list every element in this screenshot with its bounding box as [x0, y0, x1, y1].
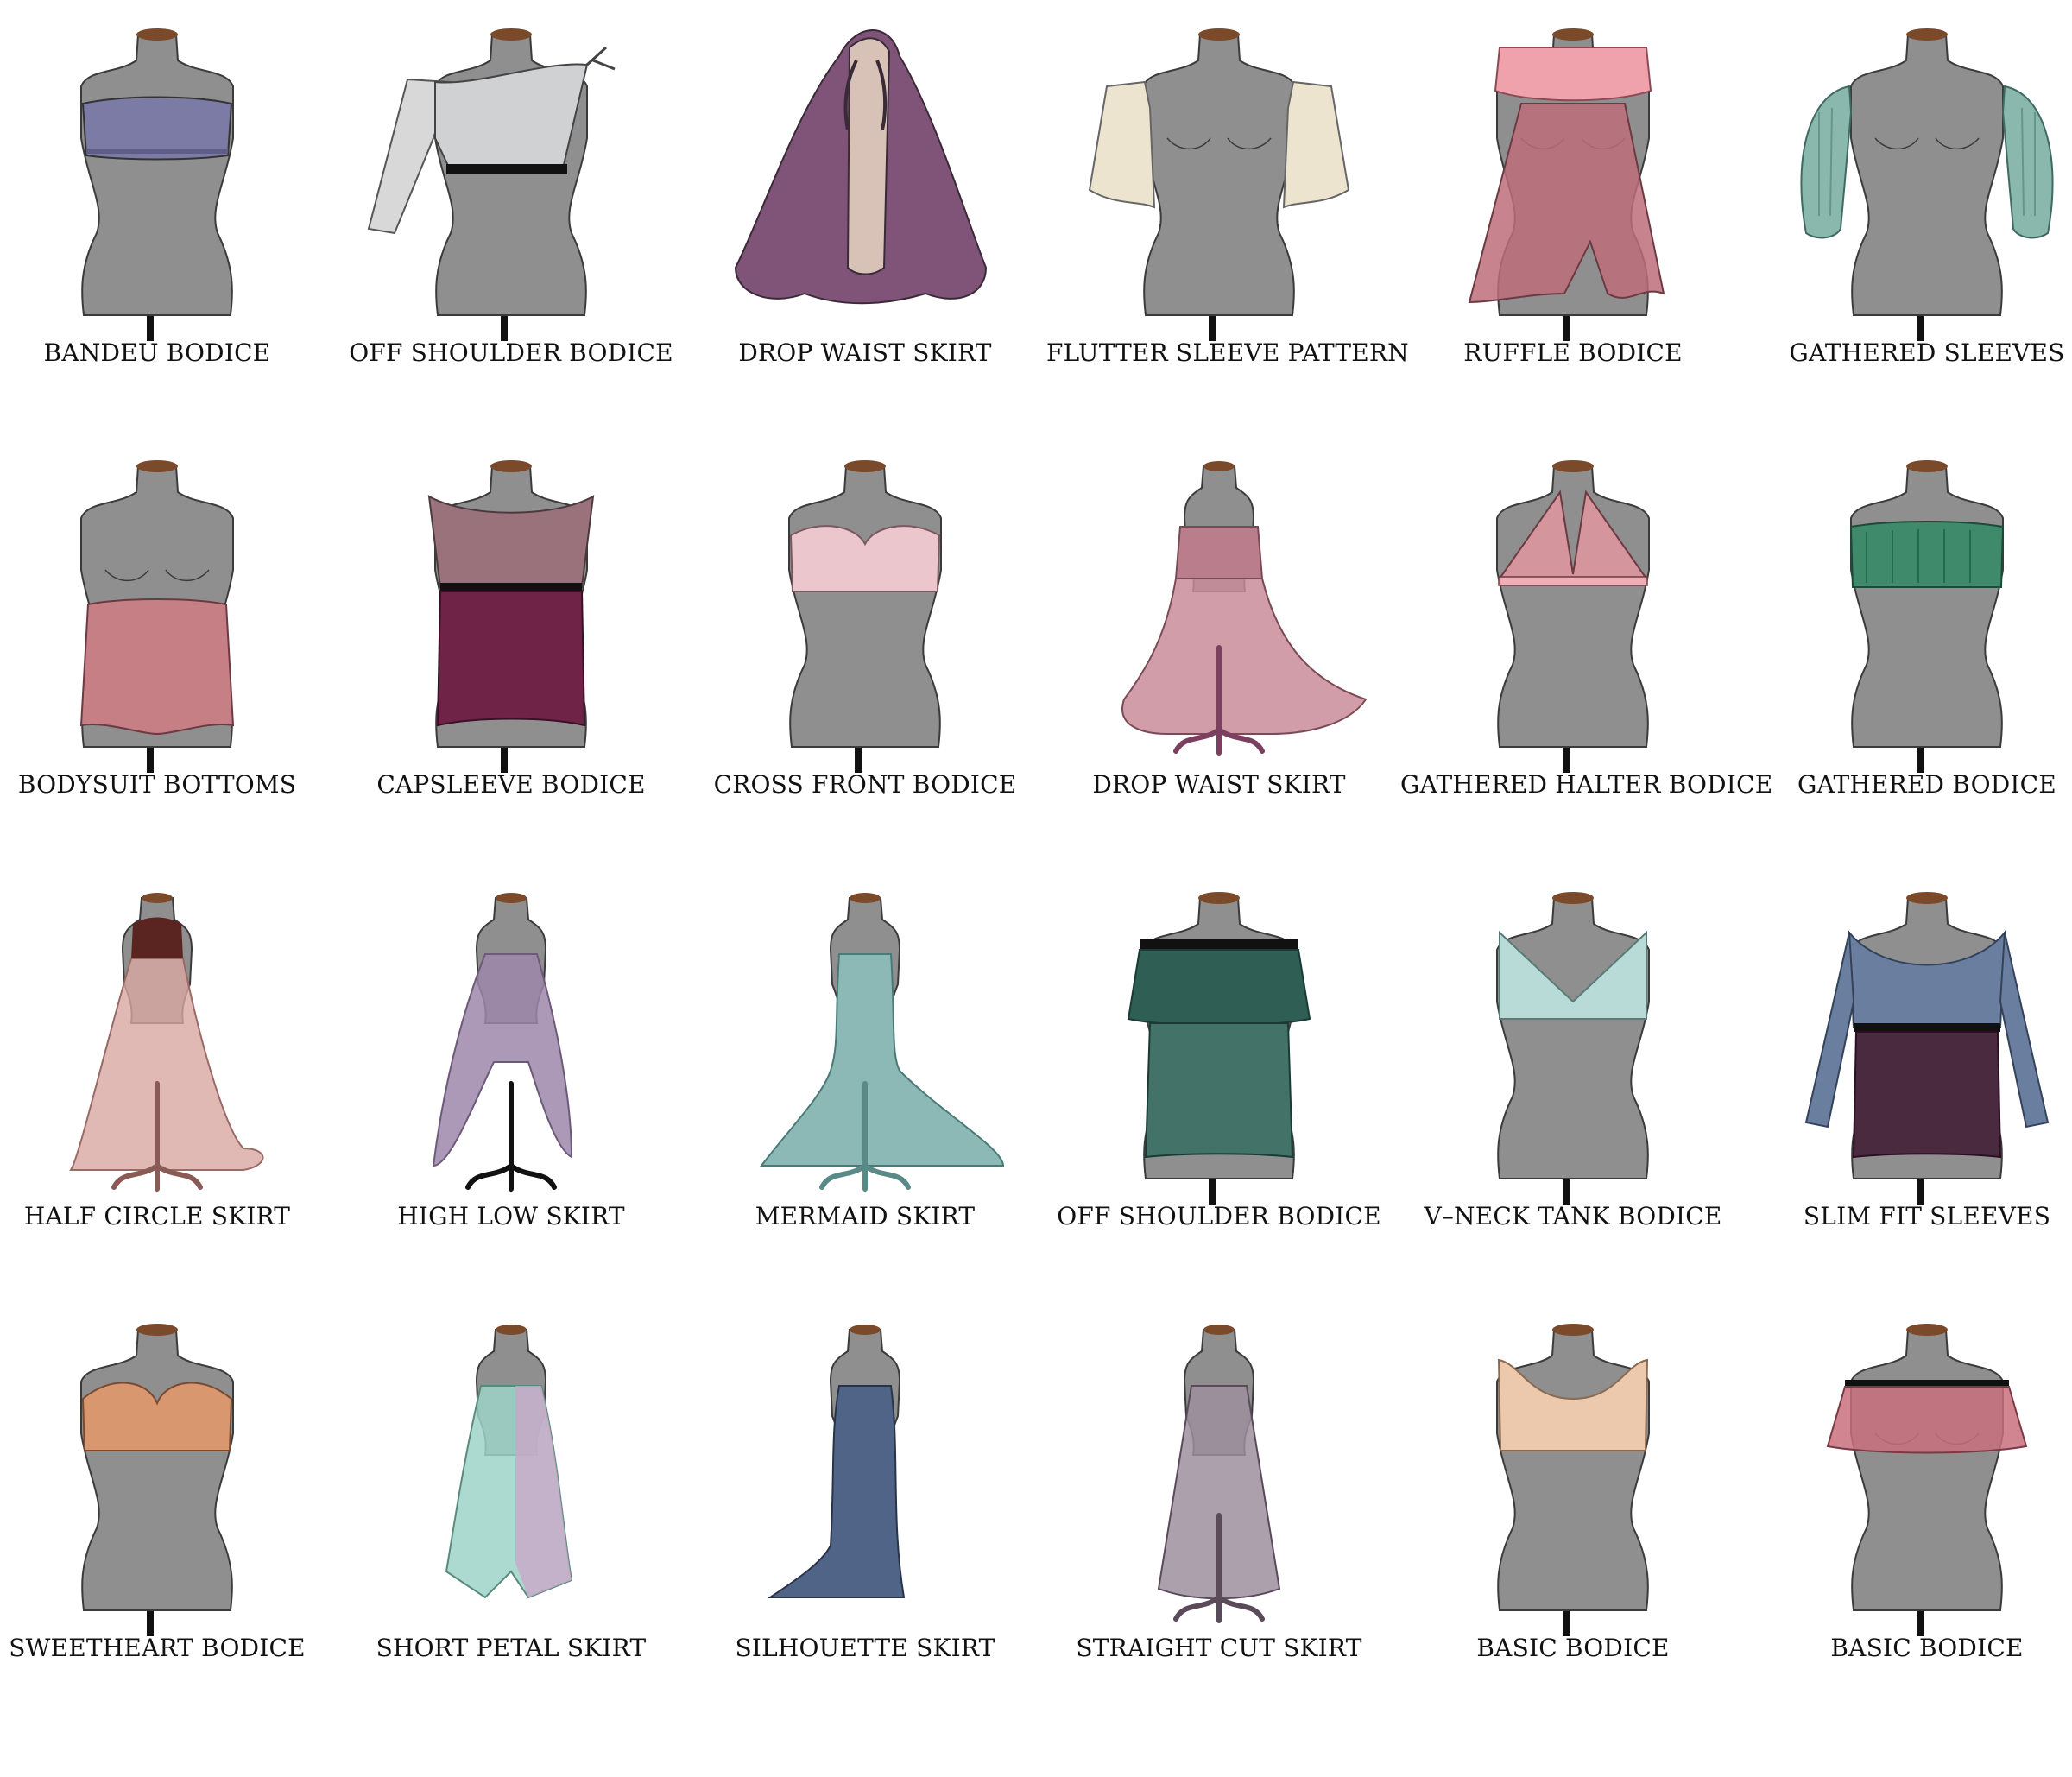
- capsleeve-bodice-icon: [427, 460, 595, 773]
- drop-waist-gown-icon: [1121, 461, 1368, 756]
- garment-label: SLIM FIT SLEEVES: [1803, 1202, 2051, 1230]
- bodysuit-bottoms-icon: [79, 460, 235, 773]
- garment-label: BANDEU BODICE: [43, 338, 271, 367]
- v-neck-tank-bodice-icon: [1496, 892, 1650, 1205]
- garment-label: CAPSLEEVE BODICE: [376, 770, 646, 799]
- garment-label: STRAIGHT CUT SKIRT: [1076, 1634, 1362, 1662]
- garment-tile: RUFFLE BODICE: [1400, 9, 1746, 440]
- short-petal-skirt-icon: [445, 1325, 573, 1599]
- high-low-skirt-icon: [432, 893, 573, 1192]
- straight-cut-skirt-icon: [1157, 1325, 1281, 1623]
- off-shoulder-ruffle-icon: [1127, 892, 1311, 1205]
- garment-tile: SLIM FIT SLEEVES: [1754, 872, 2072, 1304]
- silhouette-skirt-icon: [767, 1325, 906, 1598]
- garment-label: GATHERED BODICE: [1797, 770, 2056, 799]
- garment-tile: DROP WAIST SKIRT: [1046, 440, 1392, 872]
- garment-tile: CAPSLEEVE BODICE: [338, 440, 684, 872]
- garment-tile: SWEETHEART BODICE: [0, 1304, 330, 1736]
- garment-label: OFF SHOULDER BODICE: [349, 338, 673, 367]
- garment-label: HALF CIRCLE SKIRT: [23, 1202, 291, 1230]
- garment-tile: STRAIGHT CUT SKIRT: [1046, 1304, 1392, 1736]
- garment-tile: V–NECK TANK BODICE: [1400, 872, 1746, 1304]
- garment-tile: HIGH LOW SKIRT: [338, 872, 684, 1304]
- garment-tile: BODYSUIT BOTTOMS: [0, 440, 330, 872]
- garment-tile: SHORT PETAL SKIRT: [338, 1304, 684, 1736]
- basic-bodice-icon: [1496, 1324, 1650, 1636]
- garment-label: V–NECK TANK BODICE: [1424, 1202, 1722, 1230]
- garment-label: OFF SHOULDER BODICE: [1057, 1202, 1381, 1230]
- garment-tile: BASIC BODICE: [1400, 1304, 1746, 1736]
- garment-tile: BASIC BODICE: [1754, 1304, 2072, 1736]
- garment-label: DROP WAIST SKIRT: [738, 338, 992, 367]
- drop-waist-skirt-icon: [734, 29, 988, 305]
- garment-label: BODYSUIT BOTTOMS: [17, 770, 297, 799]
- garment-tile: GATHERED SLEEVES: [1754, 9, 2072, 440]
- garment-tile: OFF SHOULDER BODICE: [1046, 872, 1392, 1304]
- garment-tile: MERMAID SKIRT: [692, 872, 1038, 1304]
- slim-fit-sleeves-icon: [1804, 892, 2050, 1205]
- garment-tile: GATHERED BODICE: [1754, 440, 2072, 872]
- sweetheart-bodice-icon: [80, 1324, 234, 1636]
- flutter-sleeve-icon: [1088, 28, 1350, 341]
- gathered-bodice-icon: [1849, 460, 2005, 773]
- basic-ruffle-bodice-icon: [1826, 1324, 2028, 1636]
- garment-tile: CROSS FRONT BODICE: [692, 440, 1038, 872]
- garment-label: RUFFLE BODICE: [1463, 338, 1683, 367]
- cross-front-bodice-icon: [788, 460, 942, 773]
- garment-tile: HALF CIRCLE SKIRT: [0, 872, 330, 1304]
- garment-tile: DROP WAIST SKIRT: [692, 9, 1038, 440]
- garment-label: BASIC BODICE: [1830, 1634, 2024, 1662]
- garment-label: CROSS FRONT BODICE: [713, 770, 1017, 799]
- garment-label: GATHERED SLEEVES: [1789, 338, 2065, 367]
- bandeau-bodice-icon: [80, 28, 234, 341]
- garment-label: BASIC BODICE: [1476, 1634, 1670, 1662]
- ruffle-bodice-icon: [1468, 28, 1665, 341]
- garment-label: HIGH LOW SKIRT: [397, 1202, 625, 1230]
- garment-tile: GATHERED HALTER BODICE: [1400, 440, 1773, 872]
- garment-tile: SILHOUETTE SKIRT: [692, 1304, 1038, 1736]
- off-shoulder-bodice-icon: [367, 28, 616, 341]
- garment-label: FLUTTER SLEEVE PATTERN: [1046, 338, 1409, 367]
- half-circle-skirt-icon: [69, 893, 264, 1192]
- garment-tile: BANDEU BODICE: [0, 9, 330, 440]
- garment-label: SHORT PETAL SKIRT: [376, 1634, 647, 1662]
- garment-tile: FLUTTER SLEEVE PATTERN: [1046, 9, 1409, 440]
- garment-label: SWEETHEART BODICE: [9, 1634, 306, 1662]
- mermaid-skirt-icon: [759, 893, 1005, 1192]
- garment-label: MERMAID SKIRT: [755, 1202, 976, 1230]
- gathered-halter-bodice-icon: [1496, 460, 1650, 773]
- garment-label: GATHERED HALTER BODICE: [1400, 770, 1773, 799]
- garment-grid: BANDEU BODICE OFF SHOULDER BODICE DROP W…: [0, 0, 2072, 1777]
- garment-tile: OFF SHOULDER BODICE: [338, 9, 684, 440]
- garment-label: DROP WAIST SKIRT: [1092, 770, 1346, 799]
- garment-label: SILHOUETTE SKIRT: [735, 1634, 995, 1662]
- gathered-sleeves-icon: [1800, 28, 2054, 341]
